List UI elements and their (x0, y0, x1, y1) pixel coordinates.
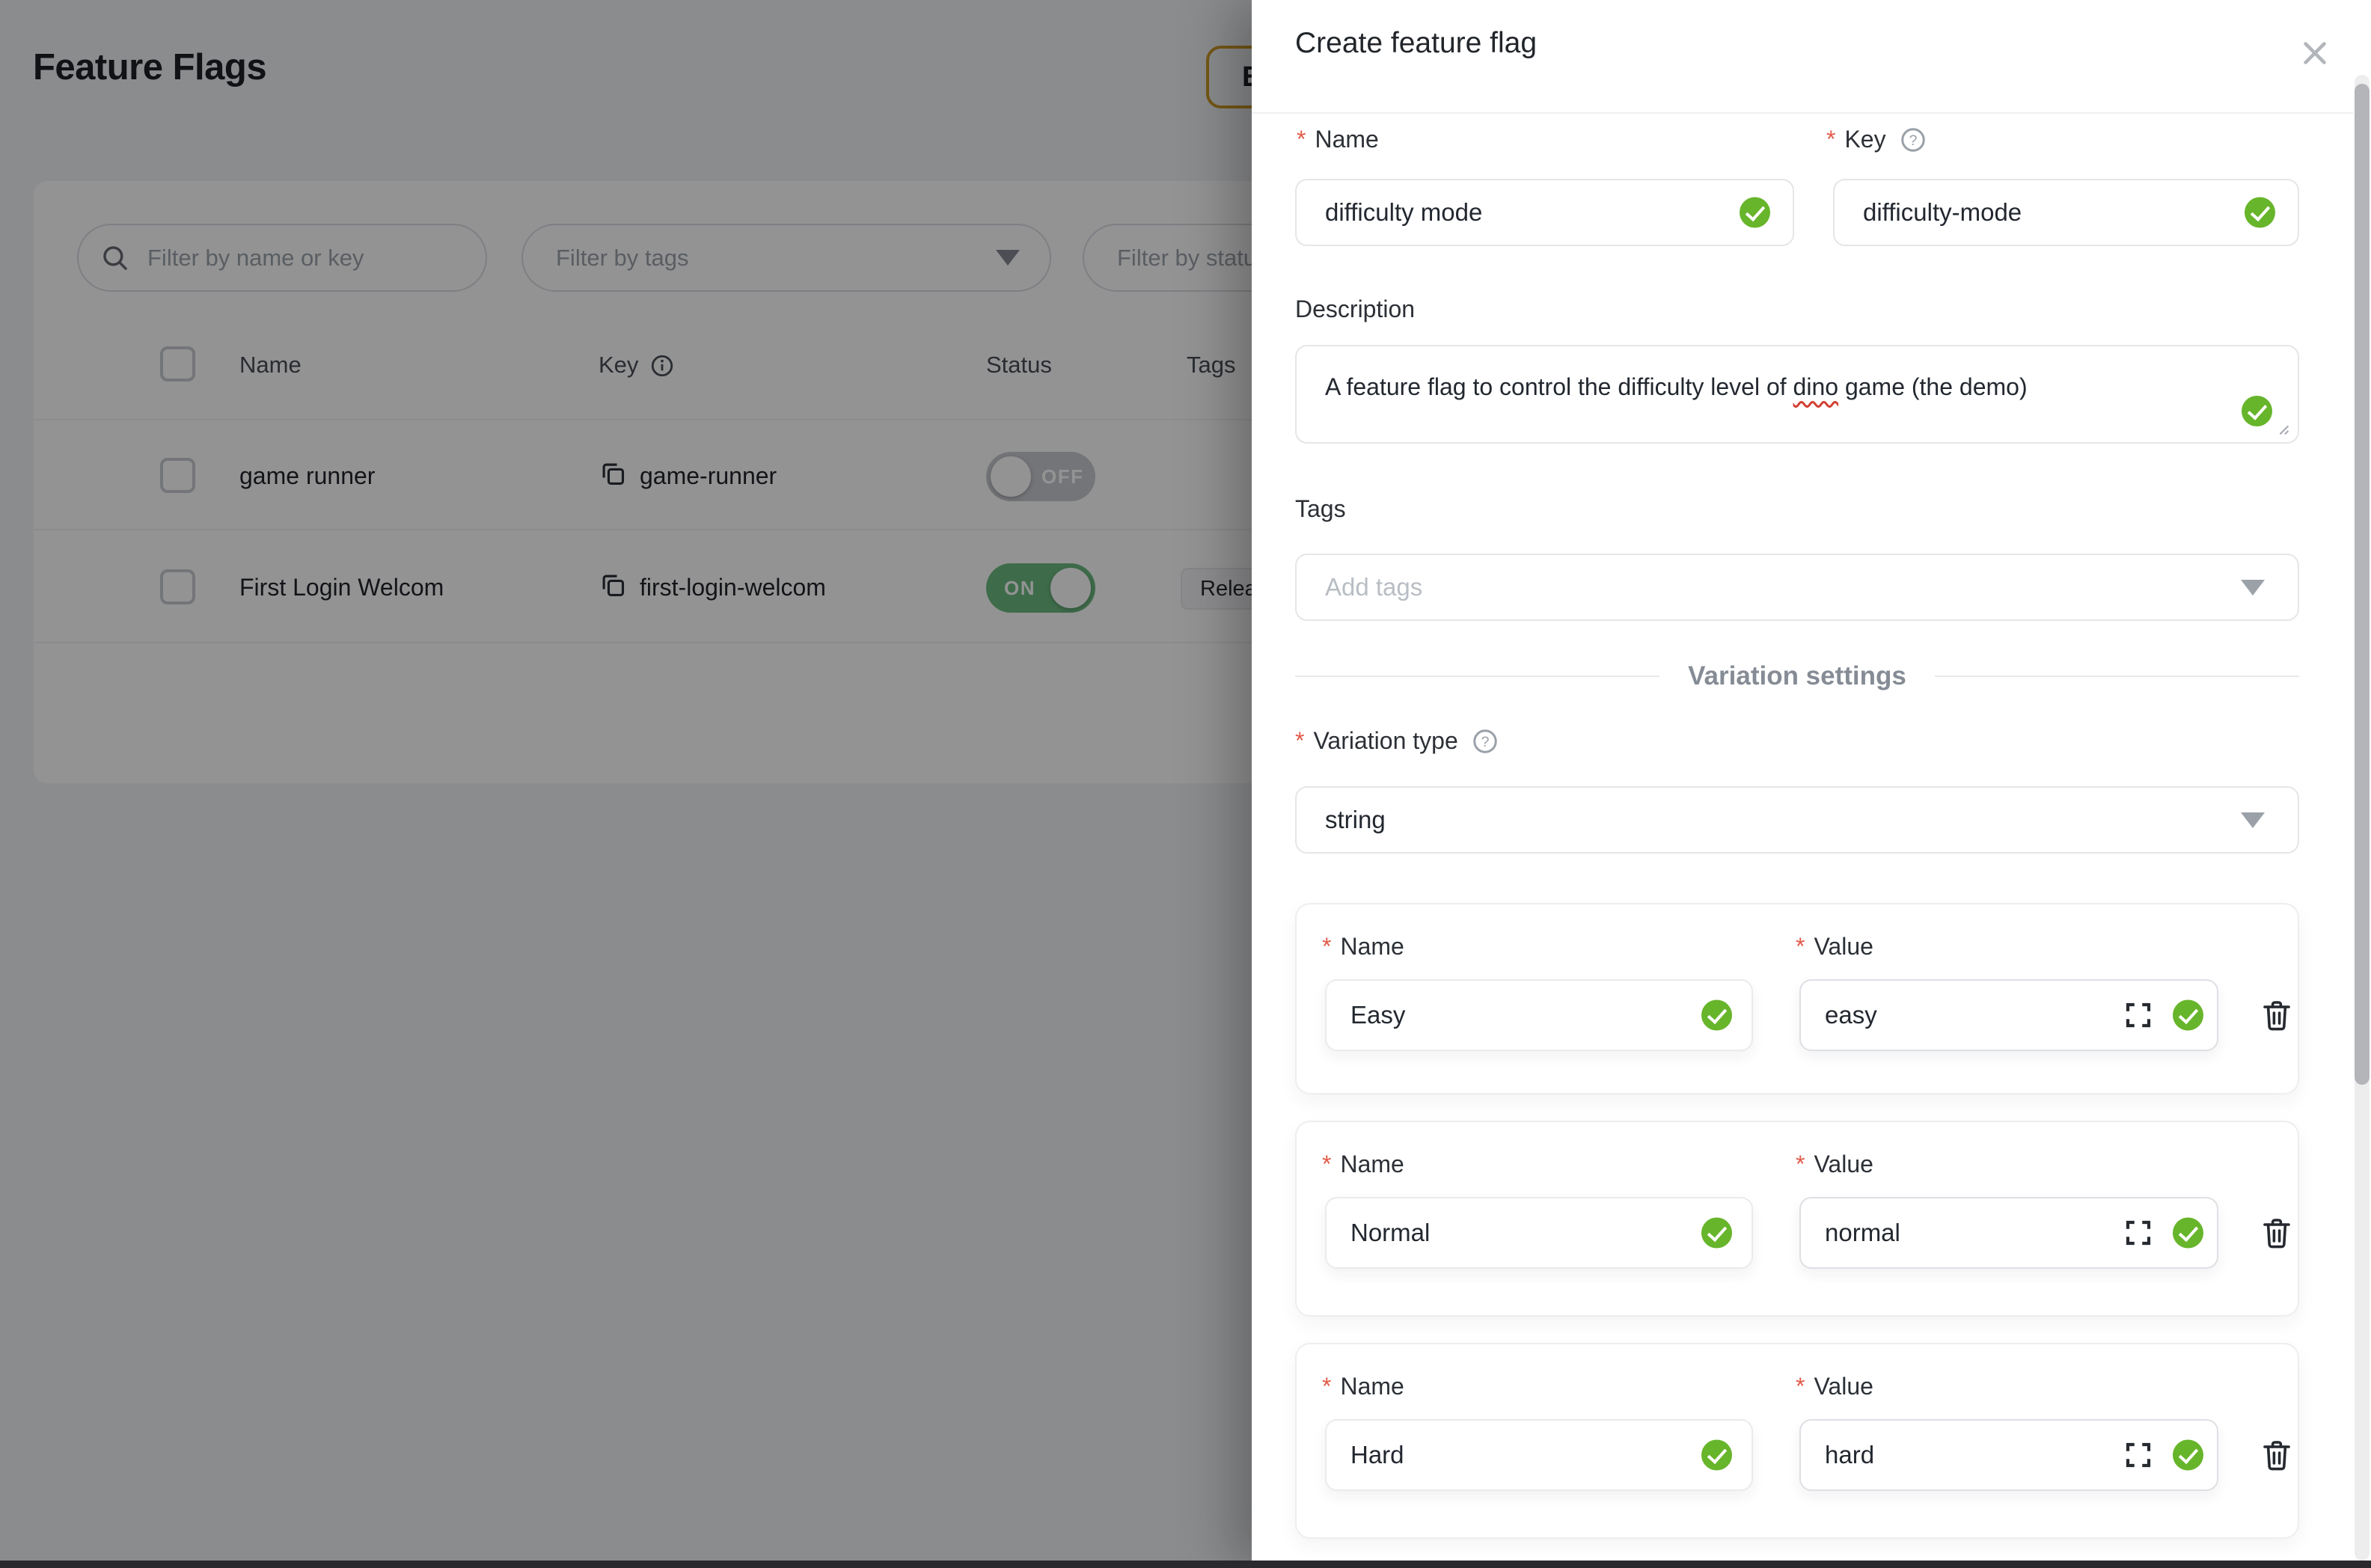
name-field-label: * Name (1297, 126, 1379, 153)
variation-value-field (1799, 1197, 2218, 1269)
variation-type-select[interactable]: string (1295, 786, 2299, 854)
variation-value-input[interactable] (1801, 1198, 2217, 1267)
variation-value-field (1799, 979, 2218, 1051)
help-icon[interactable]: ? (1900, 126, 1927, 153)
valid-check-icon (2173, 1440, 2203, 1471)
svg-text:?: ? (1481, 733, 1489, 750)
variation-value-label: * Value (1796, 1373, 1873, 1400)
variation-name-label: * Name (1322, 1373, 1404, 1400)
valid-check-icon (2173, 1218, 2203, 1249)
flag-key-input[interactable] (1835, 180, 2298, 245)
required-marker: * (1297, 126, 1306, 153)
expand-icon[interactable] (2123, 1217, 2154, 1249)
delete-variation-icon[interactable] (2259, 1437, 2295, 1473)
variation-value-field (1799, 1419, 2218, 1491)
create-feature-flag-drawer: Create feature flag * Name * Key ? Descr… (1252, 0, 2371, 1568)
help-icon[interactable]: ? (1472, 728, 1499, 755)
flag-name-input[interactable] (1297, 180, 1793, 245)
chevron-down-icon (2241, 580, 2265, 595)
variation-name-input[interactable] (1327, 1421, 1752, 1489)
key-field-label: * Key ? (1826, 126, 1927, 153)
header-divider (1252, 112, 2353, 114)
variation-name-label: * Name (1322, 933, 1404, 961)
divider-line (1935, 676, 2299, 677)
variation-type-value: string (1297, 806, 1386, 834)
description-label: Description (1295, 295, 1415, 323)
tags-placeholder: Add tags (1297, 573, 1422, 601)
delete-variation-icon[interactable] (2259, 1215, 2295, 1251)
chevron-down-icon (2241, 812, 2265, 828)
valid-check-icon (2242, 396, 2272, 426)
section-title: Variation settings (1688, 661, 1906, 691)
variation-name-input[interactable] (1327, 1198, 1752, 1267)
description-text-before: A feature flag to control the difficulty… (1325, 373, 1793, 400)
variation-type-label: * Variation type ? (1295, 727, 1499, 755)
variation-value-input[interactable] (1801, 1421, 2217, 1489)
variation-value-label: * Value (1796, 1151, 1873, 1178)
resize-handle[interactable] (2271, 417, 2290, 436)
required-marker: * (1295, 727, 1304, 755)
tags-select[interactable]: Add tags (1295, 554, 2299, 621)
close-icon[interactable] (2298, 36, 2332, 70)
expand-icon[interactable] (2123, 999, 2154, 1031)
valid-check-icon (1701, 1000, 1732, 1031)
delete-variation-icon[interactable] (2259, 997, 2295, 1033)
flag-name-field (1295, 179, 1794, 246)
valid-check-icon (2245, 197, 2275, 228)
valid-check-icon (1701, 1218, 1732, 1249)
description-misspelled-word: dino (1793, 373, 1839, 400)
variation-value-label: * Value (1796, 933, 1873, 961)
description-text-after: game (the demo) (1838, 373, 2028, 400)
variation-settings-divider: Variation settings (1295, 660, 2299, 693)
variation-name-field (1325, 1197, 1753, 1269)
flag-key-field (1833, 179, 2299, 246)
variation-card: * Name * Value (1295, 903, 2299, 1094)
variation-name-label: * Name (1322, 1151, 1404, 1178)
expand-icon[interactable] (2123, 1439, 2154, 1471)
bottom-edge-bar (0, 1561, 2371, 1568)
svg-text:?: ? (1909, 132, 1917, 148)
tags-label: Tags (1295, 495, 1346, 523)
valid-check-icon (1701, 1440, 1732, 1471)
valid-check-icon (1740, 197, 1770, 228)
description-textarea[interactable]: A feature flag to control the difficulty… (1295, 345, 2299, 444)
divider-line (1295, 676, 1659, 677)
valid-check-icon (2173, 1000, 2203, 1031)
variation-value-input[interactable] (1801, 981, 2217, 1050)
variation-card: * Name * Value (1295, 1121, 2299, 1317)
variation-name-input[interactable] (1327, 981, 1752, 1050)
scrollbar-thumb[interactable] (2355, 84, 2370, 1085)
variation-card: * Name * Value (1295, 1343, 2299, 1539)
required-marker: * (1826, 126, 1835, 153)
variation-name-field (1325, 979, 1753, 1051)
drawer-title: Create feature flag (1295, 27, 1537, 60)
variation-name-field (1325, 1419, 1753, 1491)
